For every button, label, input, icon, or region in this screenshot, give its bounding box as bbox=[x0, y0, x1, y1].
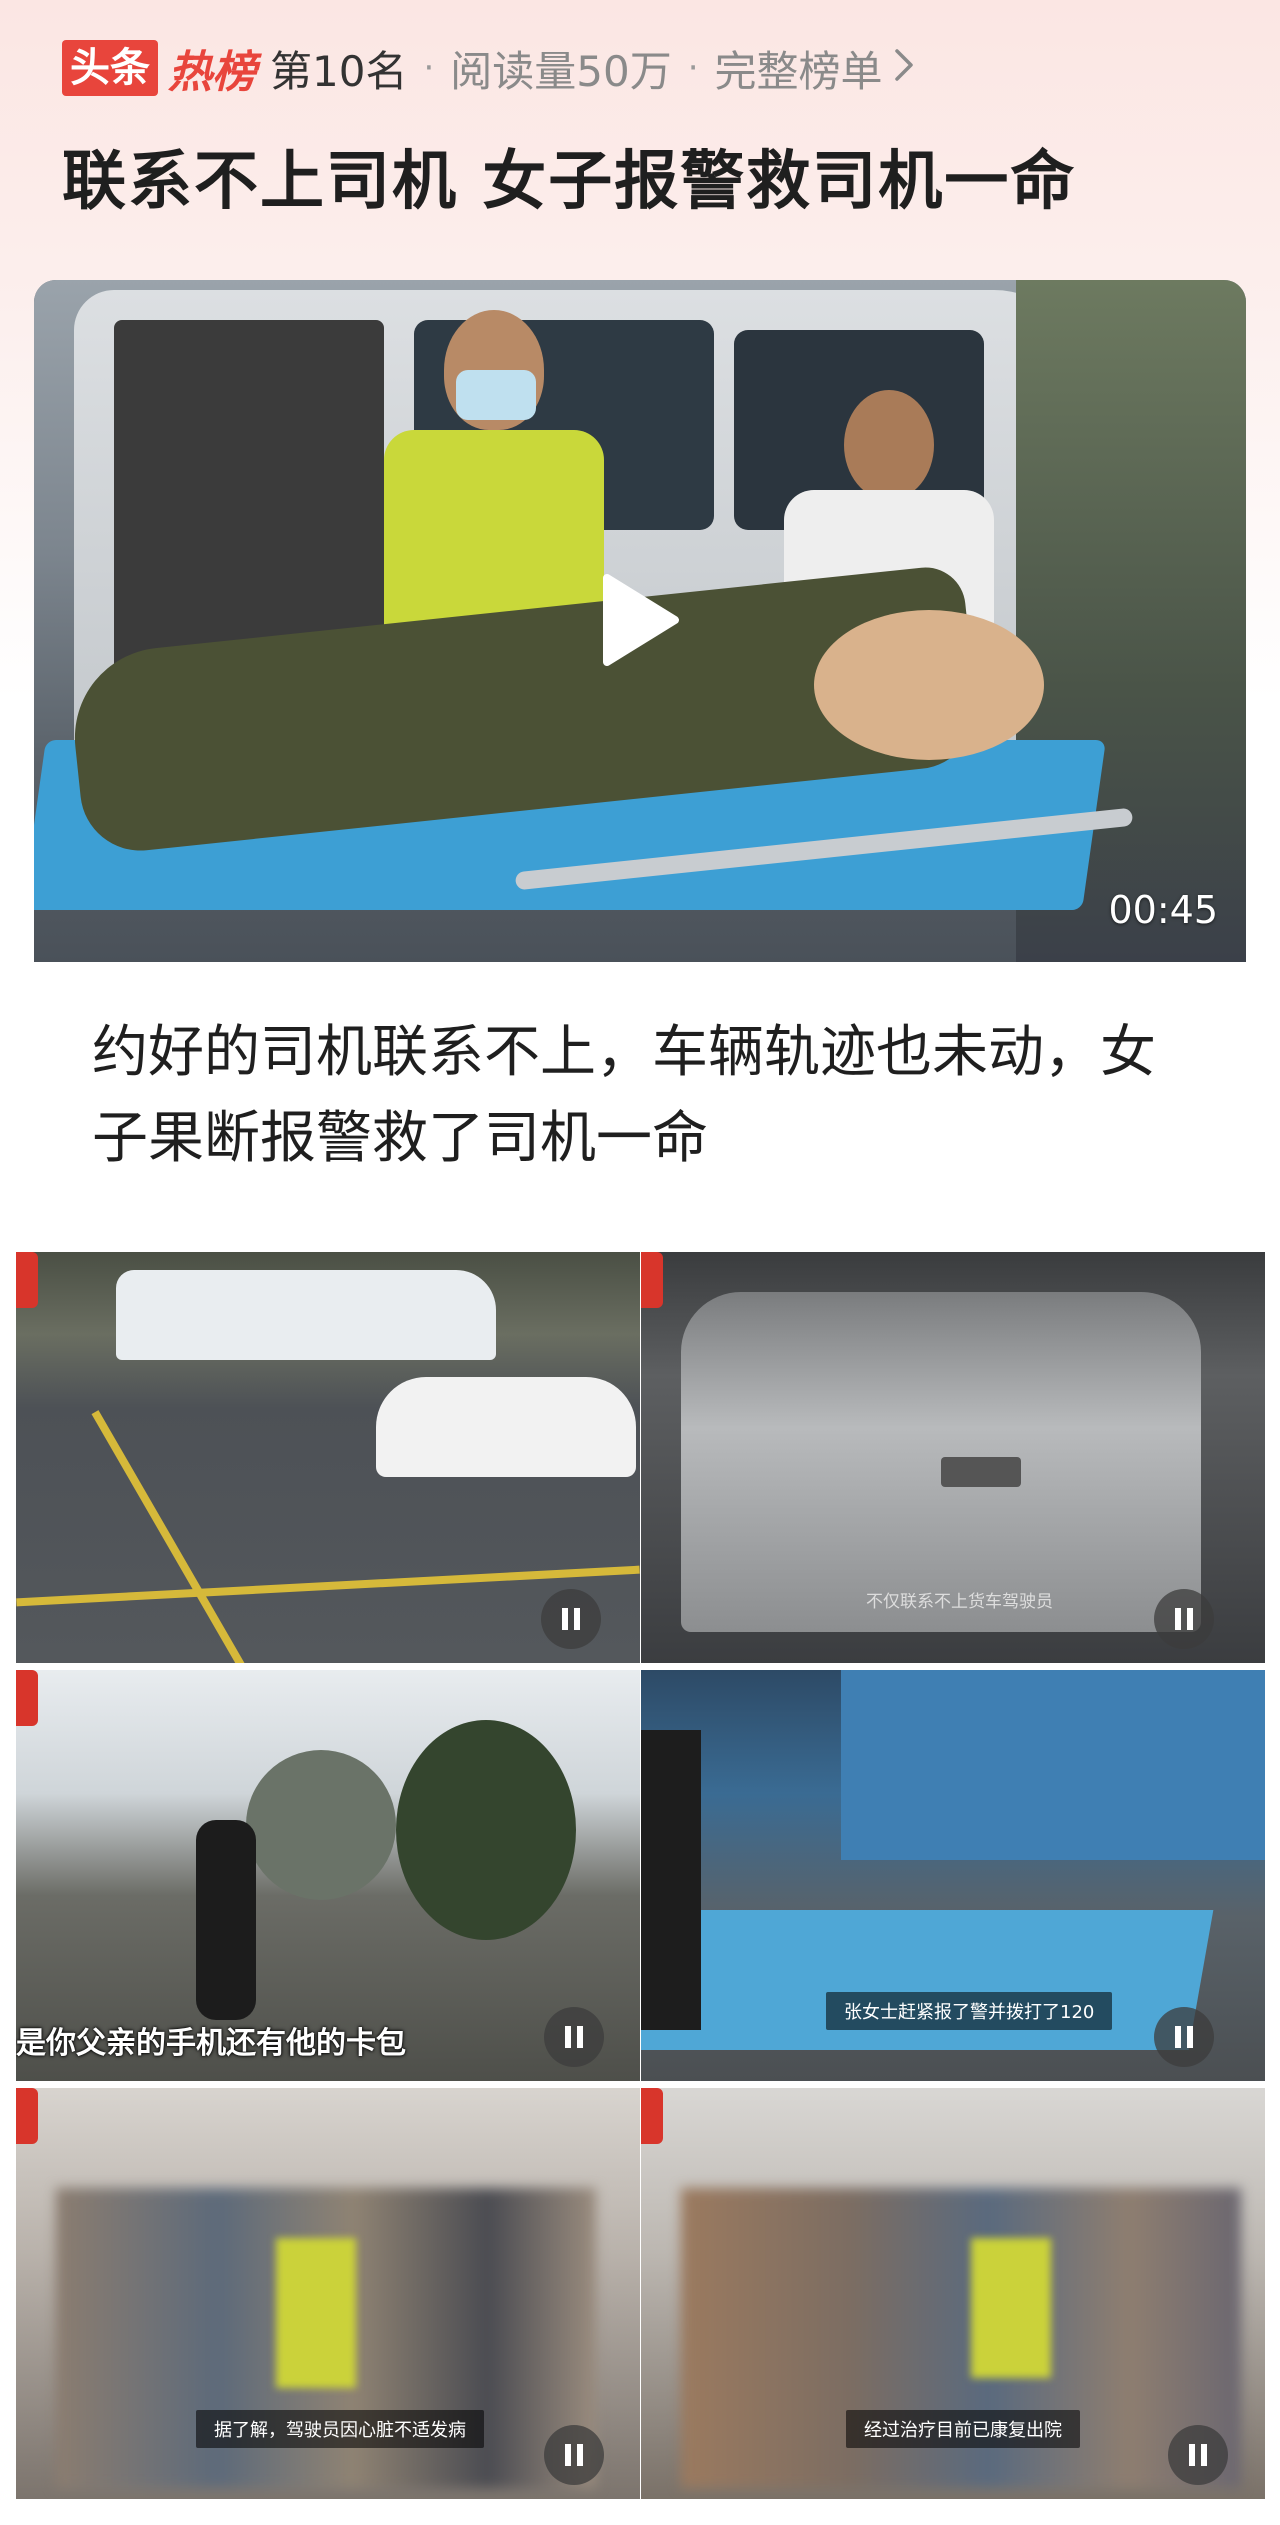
van-badge bbox=[941, 1457, 1021, 1487]
worker-mask bbox=[456, 370, 536, 420]
article-headline[interactable]: 联系不上司机 女子报警救司机一命 bbox=[62, 130, 1076, 222]
pause-icon[interactable] bbox=[541, 1589, 601, 1649]
separator-dot: · bbox=[423, 48, 435, 88]
video-tile[interactable]: 不仅联系不上货车驾驶员 bbox=[641, 1252, 1265, 1663]
person-figure bbox=[196, 1820, 256, 2020]
pause-icon[interactable] bbox=[1154, 2007, 1214, 2067]
video-tile[interactable]: 张女士赶紧报了警并拨打了120 bbox=[641, 1670, 1265, 2081]
video-subtitle: 是你父亲的手机还有他的卡包 bbox=[16, 2026, 406, 2061]
separator-dot: · bbox=[687, 48, 699, 88]
blurred-face bbox=[246, 1750, 396, 1900]
video-tile[interactable] bbox=[16, 1252, 640, 1663]
bus-illustration bbox=[116, 1270, 496, 1360]
channel-logo bbox=[641, 2088, 663, 2144]
chevron-right-icon[interactable] bbox=[893, 44, 915, 93]
hot-list-card[interactable]: 头条 热榜 第10名 · 阅读量50万 · 完整榜单 联系不上司机 女子报警救司… bbox=[0, 0, 1280, 1240]
pause-icon[interactable] bbox=[544, 2007, 604, 2067]
channel-logo bbox=[16, 2088, 38, 2144]
worker-vest bbox=[971, 2238, 1051, 2378]
video-subtitle: 据了解，驾驶员因心脏不适发病 bbox=[196, 2410, 484, 2448]
person-figure bbox=[641, 1730, 701, 2030]
hot-list-header[interactable]: 头条 热榜 第10名 · 阅读量50万 · 完整榜单 bbox=[62, 38, 915, 98]
play-icon[interactable] bbox=[594, 570, 684, 670]
video-subtitle: 经过治疗目前已康复出院 bbox=[846, 2410, 1080, 2448]
article-summary: 约好的司机联系不上，车辆轨迹也未动，女子果断报警救了司机一命 bbox=[92, 1020, 1156, 1171]
toutiao-logo: 头条 bbox=[62, 40, 158, 96]
channel-logo bbox=[16, 1252, 38, 1308]
video-duration: 00:45 bbox=[1108, 888, 1218, 932]
tree-illustration bbox=[396, 1720, 576, 1940]
channel-logo bbox=[16, 1670, 38, 1726]
pause-icon[interactable] bbox=[1154, 1589, 1214, 1649]
video-tile[interactable]: 经过治疗目前已康复出院 bbox=[641, 2088, 1265, 2499]
video-tile[interactable]: 据了解，驾驶员因心脏不适发病 bbox=[16, 2088, 640, 2499]
rank-label: 第10名 bbox=[270, 46, 408, 96]
hot-list-logo: 热榜 bbox=[168, 47, 256, 98]
divider bbox=[0, 1240, 1280, 1252]
video-player[interactable]: 00:45 bbox=[34, 280, 1246, 962]
worker-vest bbox=[276, 2238, 356, 2388]
summary-box[interactable]: 约好的司机联系不上，车辆轨迹也未动，女子果断报警救了司机一命 bbox=[34, 962, 1246, 1232]
bus-illustration bbox=[841, 1670, 1265, 1860]
video-subtitle: 张女士赶紧报了警并拨打了120 bbox=[826, 1992, 1113, 2030]
video-subtitle: 不仅联系不上货车驾驶员 bbox=[866, 1592, 1053, 1612]
pause-icon[interactable] bbox=[544, 2425, 604, 2485]
patient-torso bbox=[814, 610, 1044, 760]
video-tile[interactable]: 是你父亲的手机还有他的卡包 bbox=[16, 1670, 640, 2081]
full-list-link[interactable]: 完整榜单 bbox=[715, 38, 883, 99]
pause-icon[interactable] bbox=[1168, 2425, 1228, 2485]
helper-head bbox=[844, 390, 934, 500]
channel-logo bbox=[641, 1252, 663, 1308]
car-illustration bbox=[376, 1377, 636, 1477]
read-count: 阅读量50万 bbox=[450, 46, 672, 96]
